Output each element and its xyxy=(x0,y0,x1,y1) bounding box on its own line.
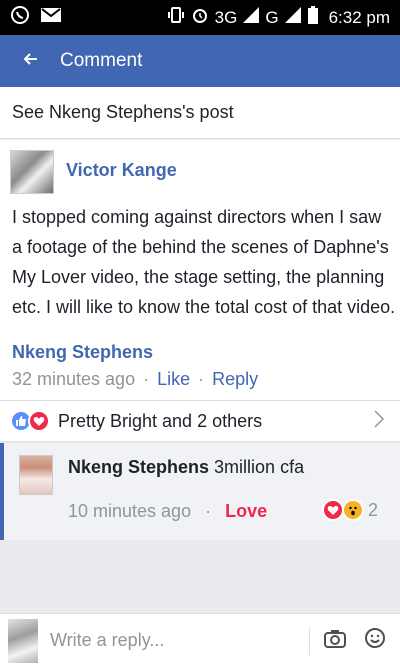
camera-icon xyxy=(324,628,346,653)
reply-comment: Nkeng Stephens 3million cfa 10 minutes a… xyxy=(0,443,400,540)
separator-dot: · xyxy=(205,501,212,521)
reply-button[interactable]: Reply xyxy=(212,369,258,390)
reply-input[interactable] xyxy=(50,630,299,651)
reactions-summary[interactable]: Pretty Bright and 2 others xyxy=(0,400,400,442)
reply-author[interactable]: Nkeng Stephens xyxy=(68,457,209,477)
back-arrow-icon xyxy=(22,51,38,72)
emoji-button[interactable] xyxy=(360,627,390,654)
love-button[interactable]: Love xyxy=(225,501,267,522)
signal-icon xyxy=(243,7,260,28)
comment-meta: 32 minutes ago · Like · Reply xyxy=(12,369,258,390)
see-post-label: See Nkeng Stephens's post xyxy=(12,102,234,122)
comment-time: 32 minutes ago xyxy=(12,369,136,389)
network-label: 3G xyxy=(214,7,238,27)
mention-link[interactable]: Nkeng Stephens xyxy=(12,342,153,363)
network-label-2: G xyxy=(265,7,279,27)
chevron-right-icon xyxy=(374,409,385,433)
reply-composer xyxy=(0,613,400,667)
signal-icon xyxy=(284,7,301,28)
like-button[interactable]: Like xyxy=(157,369,190,390)
clock: 6:32 pm xyxy=(328,7,390,27)
separator-dot: · xyxy=(198,369,205,389)
comment-author[interactable]: Victor Kange xyxy=(66,160,177,181)
reply-time: 10 minutes ago xyxy=(68,501,192,521)
reply-meta: 10 minutes ago · Love xyxy=(68,501,267,522)
gmail-icon xyxy=(40,6,62,29)
reply-text: 3million cfa xyxy=(214,457,305,477)
divider xyxy=(309,626,310,655)
reactions-summary-text: Pretty Bright and 2 others xyxy=(58,410,263,431)
love-reaction-icon xyxy=(321,499,344,521)
camera-button[interactable] xyxy=(320,628,350,653)
status-bar: 3G G 6:32 pm xyxy=(0,0,400,35)
page-title: Comment xyxy=(60,50,143,71)
comment: Victor Kange I stopped coming against di… xyxy=(0,140,400,400)
battery-icon xyxy=(307,5,319,30)
comment-text: I stopped coming against directors when … xyxy=(12,207,396,317)
app-bar: Comment xyxy=(0,35,400,87)
love-reaction-icon xyxy=(28,410,50,432)
reply-reactions[interactable]: 2 xyxy=(321,499,378,521)
back-button[interactable] xyxy=(0,51,60,72)
see-post-link[interactable]: See Nkeng Stephens's post xyxy=(0,87,400,139)
whatsapp-icon xyxy=(10,5,30,30)
avatar[interactable] xyxy=(10,150,54,194)
avatar xyxy=(8,618,38,663)
avatar[interactable] xyxy=(19,455,53,495)
emoji-icon xyxy=(364,627,386,654)
reaction-count: 2 xyxy=(367,499,378,520)
wow-reaction-icon xyxy=(341,499,364,521)
vibrate-icon xyxy=(167,6,185,29)
separator-dot: · xyxy=(143,369,150,389)
alarm-icon xyxy=(191,6,209,29)
